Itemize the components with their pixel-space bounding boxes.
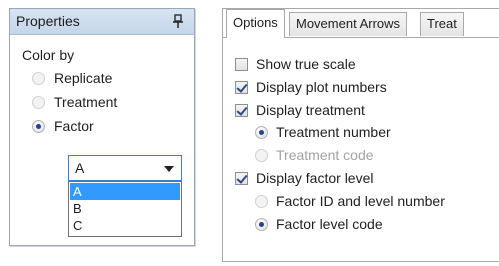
checkbox-checked[interactable] (235, 103, 248, 117)
options-panel: Options Movement Arrows Treat Show true … (222, 8, 499, 262)
properties-header: Properties (10, 9, 194, 35)
radio-treatment-number[interactable]: Treatment number (255, 122, 391, 142)
radio-treatment[interactable]: Treatment (32, 92, 117, 112)
checkbox-display-treatment[interactable]: Display treatment (235, 100, 365, 120)
properties-title: Properties (16, 13, 80, 29)
factor-combobox[interactable]: A (68, 155, 182, 181)
radio-button[interactable] (255, 148, 268, 162)
radio-treatment-code[interactable]: Treatment code (255, 145, 374, 165)
tab-strip: Options Movement Arrows Treat (223, 9, 499, 38)
checkbox[interactable] (235, 57, 248, 71)
checkbox-label: Display factor level (256, 170, 374, 186)
tab-options[interactable]: Options (226, 9, 285, 38)
checkbox-label: Display plot numbers (256, 79, 387, 95)
tab-movement-arrows[interactable]: Movement Arrows (289, 12, 408, 36)
radio-button[interactable] (255, 194, 268, 208)
radio-button-selected[interactable] (255, 217, 268, 231)
checkbox-label: Display treatment (256, 102, 365, 118)
radio-label-factor: Factor (54, 118, 94, 134)
radio-factor-level-code[interactable]: Factor level code (255, 214, 383, 234)
checkbox-show-true-scale[interactable]: Show true scale (235, 54, 356, 74)
radio-button[interactable] (32, 71, 45, 85)
tab-treatments[interactable]: Treat (420, 12, 464, 36)
checkbox-label: Show true scale (256, 56, 356, 72)
radio-label: Factor ID and level number (276, 193, 445, 209)
checkbox-checked[interactable] (235, 171, 248, 185)
combobox-value: A (75, 160, 85, 176)
dropdown-item-a[interactable]: A (70, 183, 180, 200)
color-by-label: Color by (22, 47, 75, 63)
radio-factor[interactable]: Factor (32, 116, 94, 136)
factor-dropdown-list: A B C (68, 181, 182, 237)
radio-button[interactable] (32, 95, 45, 109)
pin-icon[interactable] (172, 14, 184, 29)
radio-button-selected[interactable] (255, 125, 268, 139)
checkbox-checked[interactable] (235, 80, 248, 94)
dropdown-item-b[interactable]: B (70, 200, 180, 217)
properties-panel: Properties Color by Replicate Treatment … (9, 8, 195, 246)
chevron-down-icon[interactable] (164, 166, 174, 172)
radio-label-replicate: Replicate (54, 70, 113, 86)
radio-replicate[interactable]: Replicate (32, 68, 112, 88)
dropdown-item-c[interactable]: C (70, 217, 180, 234)
radio-label-disabled: Treatment code (276, 147, 374, 163)
radio-factor-id-level[interactable]: Factor ID and level number (255, 191, 445, 211)
checkbox-display-factor-level[interactable]: Display factor level (235, 168, 374, 188)
radio-label: Factor level code (276, 216, 383, 232)
checkbox-display-plot-numbers[interactable]: Display plot numbers (235, 77, 387, 97)
radio-button-selected[interactable] (32, 119, 45, 133)
radio-label: Treatment number (276, 124, 391, 140)
radio-label-treatment: Treatment (54, 94, 118, 110)
